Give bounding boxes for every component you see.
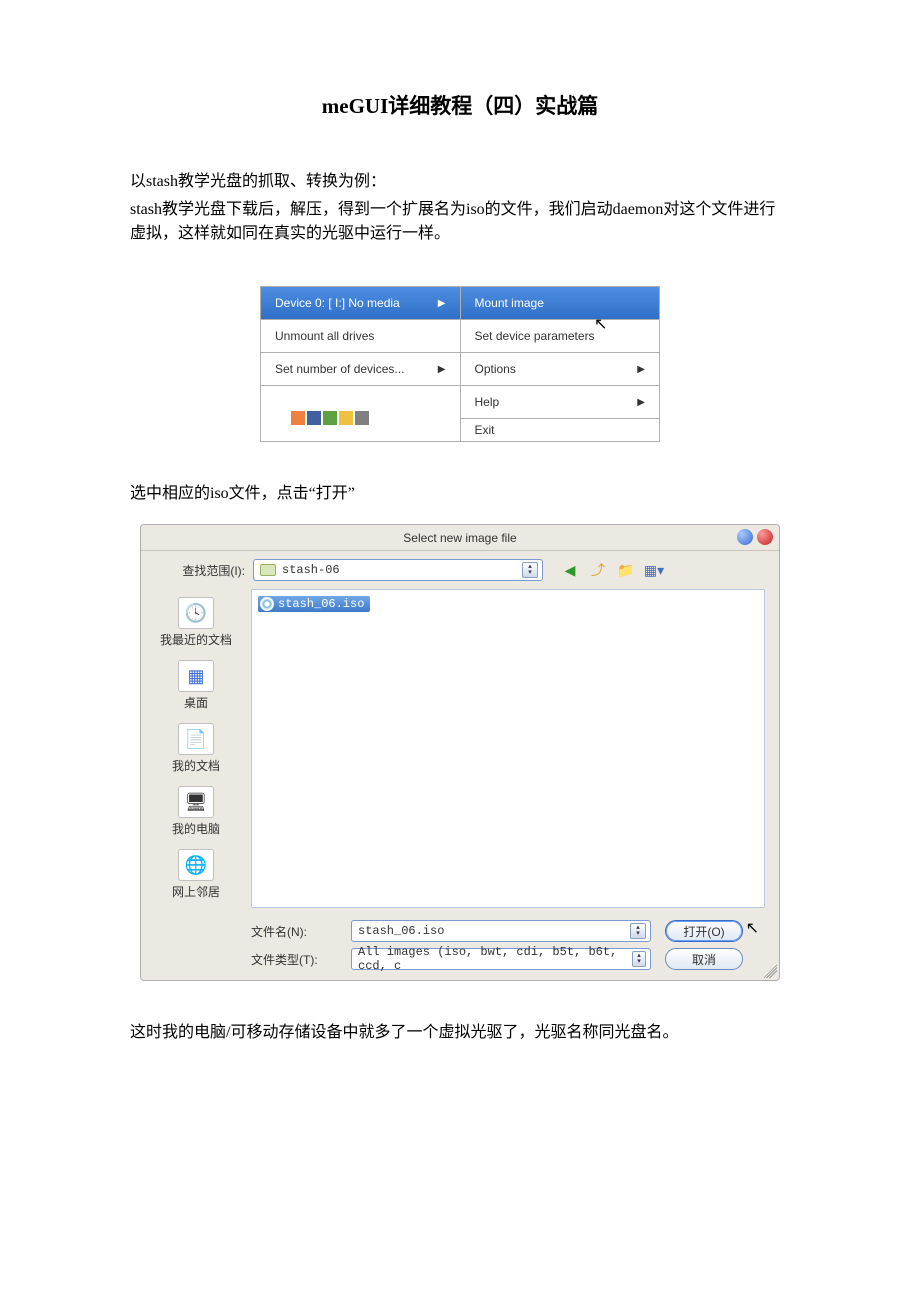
place-label: 桌面 xyxy=(184,694,208,711)
cursor-icon: ↖ xyxy=(594,314,607,334)
filetype-value: All images (iso, bwt, cdi, b5t, b6t, ccd… xyxy=(358,945,626,973)
tray-icon xyxy=(307,411,321,425)
menu-item-exit[interactable]: Exit xyxy=(461,419,660,441)
dropdown-icon[interactable]: ▴▾ xyxy=(630,923,646,939)
close-button[interactable] xyxy=(757,529,773,545)
tray-icon xyxy=(339,411,353,425)
place-label: 网上邻居 xyxy=(172,883,220,900)
my-computer-icon: 🖥 xyxy=(178,786,214,818)
resize-grip-icon[interactable] xyxy=(763,964,777,978)
paragraph-daemon: stash教学光盘下载后，解压，得到一个扩展名为iso的文件，我们启动daemo… xyxy=(130,198,790,246)
paragraph-intro: 以stash教学光盘的抓取、转换为例： xyxy=(130,170,790,194)
network-icon: 🌐 xyxy=(178,849,214,881)
menu-item-device0[interactable]: Device 0: [ I:] No media ▶ xyxy=(261,287,460,319)
filename-label: 文件名(N): xyxy=(251,923,337,940)
menu-item-set-device-params[interactable]: Set device parameters xyxy=(461,320,660,352)
button-label: 取消 xyxy=(692,951,716,968)
nav-views-icon[interactable]: ▦▾ xyxy=(645,561,663,579)
tray-icon xyxy=(323,411,337,425)
dropdown-icon[interactable]: ▴▾ xyxy=(522,562,538,578)
recent-docs-icon: 🕓 xyxy=(178,597,214,629)
my-documents-icon: 📄 xyxy=(178,723,214,755)
lookin-combo[interactable]: stash-06 ▴▾ xyxy=(253,559,543,581)
daemon-menu-screenshot: Device 0: [ I:] No media ▶ Mount image U… xyxy=(260,286,660,442)
filetype-label: 文件类型(T): xyxy=(251,951,337,968)
file-list-pane[interactable]: stash_06.iso xyxy=(251,589,765,908)
menu-label: Set device parameters xyxy=(475,329,595,343)
menu-label: Help xyxy=(475,395,500,409)
submenu-arrow-icon: ▶ xyxy=(438,298,446,309)
places-network[interactable]: 🌐 网上邻居 xyxy=(172,849,220,900)
paragraph-result: 这时我的电脑/可移动存储设备中就多了一个虚拟光驱了，光驱名称同光盘名。 xyxy=(130,1021,790,1045)
menu-item-set-number-devices[interactable]: Set number of devices... ▶ xyxy=(261,353,460,385)
menu-item-unmount-all[interactable]: Unmount all drives xyxy=(261,320,460,352)
places-desktop[interactable]: ▦ 桌面 xyxy=(178,660,214,711)
iso-file-icon xyxy=(260,597,274,611)
filetype-combo[interactable]: All images (iso, bwt, cdi, b5t, b6t, ccd… xyxy=(351,948,651,970)
file-item-name: stash_06.iso xyxy=(278,597,364,611)
menu-label: Device 0: [ I:] No media xyxy=(275,296,400,310)
dialog-title: Select new image file xyxy=(403,531,516,545)
folder-icon xyxy=(260,564,276,576)
tray-icon xyxy=(355,411,369,425)
dropdown-icon[interactable]: ▴▾ xyxy=(632,951,646,967)
submenu-arrow-icon: ▶ xyxy=(438,364,446,375)
paragraph-select-iso: 选中相应的iso文件，点击“打开” xyxy=(130,482,790,506)
places-recent[interactable]: 🕓 我最近的文档 xyxy=(160,597,232,648)
page-title: meGUI详细教程（四）实战篇 xyxy=(130,90,790,120)
places-mydocs[interactable]: 📄 我的文档 xyxy=(172,723,220,774)
menu-label: Options xyxy=(475,362,516,376)
place-label: 我的文档 xyxy=(172,757,220,774)
nav-back-icon[interactable]: ◀ xyxy=(561,561,579,579)
taskbar-tray xyxy=(261,403,460,425)
menu-label: Set number of devices... xyxy=(275,362,404,376)
filename-value: stash_06.iso xyxy=(358,924,444,938)
place-label: 我的电脑 xyxy=(172,820,220,837)
desktop-icon: ▦ xyxy=(178,660,214,692)
tray-icon xyxy=(291,411,305,425)
open-button[interactable]: 打开(O) xyxy=(665,920,743,942)
cursor-icon: ↖ xyxy=(746,918,759,938)
menu-label: Mount image xyxy=(475,296,544,310)
menu-item-mount-image[interactable]: Mount image xyxy=(461,287,660,319)
places-mycomputer[interactable]: 🖥 我的电脑 xyxy=(172,786,220,837)
menu-item-help[interactable]: Help ▶ xyxy=(461,386,660,418)
menu-label: Unmount all drives xyxy=(275,329,374,343)
file-item-selected[interactable]: stash_06.iso xyxy=(258,596,370,612)
nav-up-icon[interactable]: ⤴ xyxy=(589,561,607,579)
submenu-arrow-icon: ▶ xyxy=(637,364,645,375)
nav-newfolder-icon[interactable]: 📁 xyxy=(617,561,635,579)
lookin-value: stash-06 xyxy=(282,563,340,577)
menu-item-options[interactable]: Options ▶ xyxy=(461,353,660,385)
button-label: 打开(O) xyxy=(683,923,724,940)
cancel-button[interactable]: 取消 xyxy=(665,948,743,970)
menu-label: Exit xyxy=(475,423,495,437)
minimize-button[interactable] xyxy=(737,529,753,545)
submenu-arrow-icon: ▶ xyxy=(637,397,645,408)
filename-combo[interactable]: stash_06.iso ▴▾ xyxy=(351,920,651,942)
place-label: 我最近的文档 xyxy=(160,631,232,648)
file-dialog-screenshot: Select new image file 查找范围(I): stash-06 … xyxy=(140,524,780,981)
lookin-label: 查找范围(I): xyxy=(155,562,245,579)
